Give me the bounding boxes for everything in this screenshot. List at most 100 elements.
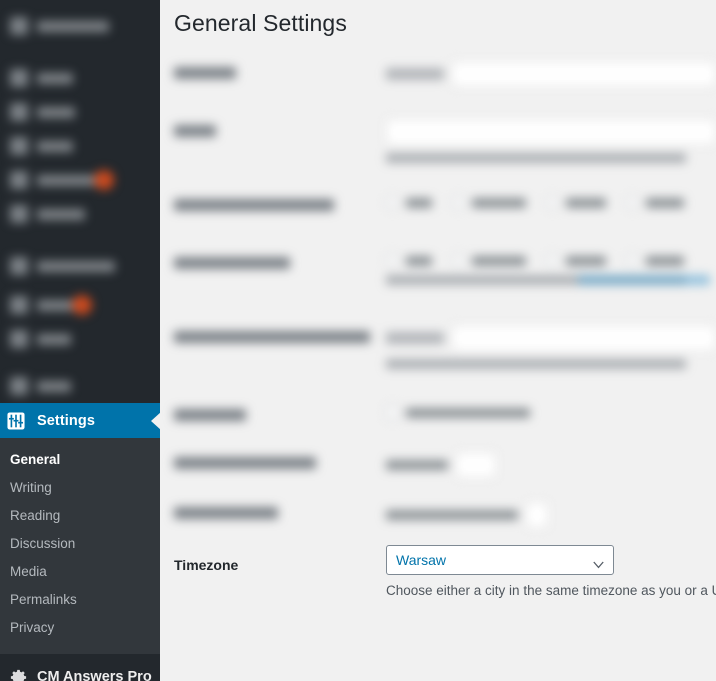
- administration-email-address-row[interactable]: [174, 316, 716, 394]
- timezone-label: Timezone: [174, 557, 239, 573]
- obscured-select[interactable]: [456, 452, 496, 478]
- sidebar-item-label: [37, 333, 71, 345]
- sidebar-item-plugins[interactable]: [0, 288, 160, 322]
- obscured-radio[interactable]: [386, 196, 399, 209]
- obscured-nav-items[interactable]: [0, 0, 160, 403]
- obscured-checkbox[interactable]: [386, 406, 399, 419]
- row-label-cell: [174, 110, 386, 184]
- submenu-item-general[interactable]: General: [0, 446, 160, 474]
- menu-separator: [0, 48, 160, 61]
- sidebar-item-settings[interactable]: Settings: [0, 403, 160, 438]
- row-control-cell: [386, 394, 716, 442]
- sidebar-item-label: [37, 380, 71, 392]
- submenu-item-permalinks[interactable]: Permalinks: [0, 586, 160, 614]
- menu-separator: [0, 231, 160, 244]
- obscured-radio[interactable]: [452, 254, 465, 267]
- site-address-url-row[interactable]: [174, 242, 716, 316]
- media-icon: [10, 103, 28, 121]
- sidebar-item-label: [37, 208, 85, 220]
- membership-row[interactable]: [174, 394, 716, 442]
- dashboard-icon: [10, 17, 28, 35]
- obscured-prefix-text: [386, 68, 444, 80]
- timezone-control-cell: Warsaw Choose either a city in the same …: [386, 545, 716, 600]
- sidebar-item-posts[interactable]: [0, 61, 160, 95]
- timezone-row: Timezone Warsaw Choose either a city in …: [174, 545, 716, 600]
- timezone-select[interactable]: Warsaw: [386, 545, 614, 575]
- sidebar-item-label: [37, 140, 73, 152]
- obscured-radio[interactable]: [546, 196, 559, 209]
- tools-icon: [10, 377, 28, 395]
- sidebar-item-users[interactable]: [0, 322, 160, 356]
- submenu-item-writing[interactable]: Writing: [0, 474, 160, 502]
- posts-icon: [10, 69, 28, 87]
- sidebar-item-comments[interactable]: [0, 163, 160, 197]
- timezone-label-cell: Timezone: [174, 545, 386, 600]
- sidebar-item-label: [37, 20, 109, 32]
- comments-icon: [10, 171, 28, 189]
- obscured-radio-label: [646, 197, 684, 208]
- row-label-cell: [174, 242, 386, 316]
- obscured-radio-label: [406, 197, 432, 208]
- obscured-radio-label: [566, 255, 606, 266]
- sidebar-item-tools[interactable]: [0, 369, 160, 403]
- obscured-select-value: [386, 510, 518, 520]
- obscured-prefix-text: [386, 332, 444, 344]
- sidebar-item-media[interactable]: [0, 95, 160, 129]
- obscured-radio[interactable]: [626, 196, 639, 209]
- row-label-cell: [174, 442, 386, 492]
- submenu-item-privacy[interactable]: Privacy: [0, 614, 160, 642]
- obscured-select-value: [386, 460, 448, 470]
- menu-separator: [0, 356, 160, 369]
- gear-icon: [7, 666, 29, 681]
- obscured-radio[interactable]: [626, 254, 639, 267]
- row-control-cell: [386, 184, 716, 242]
- submenu-item-media[interactable]: Media: [0, 558, 160, 586]
- submenu-item-discussion[interactable]: Discussion: [0, 530, 160, 558]
- obscured-text-input[interactable]: [452, 325, 716, 351]
- obscured-radio[interactable]: [386, 254, 399, 267]
- obscured-text-input[interactable]: [452, 61, 716, 87]
- chevron-down-icon: [593, 556, 604, 569]
- submenu-item-reading[interactable]: Reading: [0, 502, 160, 530]
- sidebar-item-label: CM Answers Pro: [37, 669, 152, 681]
- sidebar-item-label-settings: Settings: [37, 412, 95, 429]
- sidebar-item-pages[interactable]: [0, 129, 160, 163]
- obscured-radio[interactable]: [452, 196, 465, 209]
- obscured-row-label: [174, 257, 290, 269]
- obscured-row-label: [174, 125, 216, 137]
- obscured-description-link[interactable]: [578, 275, 710, 285]
- new-user-default-role-row[interactable]: [174, 442, 716, 492]
- sidebar-item-cm-answers-pro[interactable]: CM Answers Pro: [0, 660, 160, 681]
- sidebar-item-forms[interactable]: [0, 197, 160, 231]
- obscured-row-label: [174, 409, 246, 421]
- forms-icon: [10, 205, 28, 223]
- row-control-cell: [386, 442, 716, 492]
- obscured-radio-label: [472, 255, 526, 266]
- obscured-radio[interactable]: [546, 254, 559, 267]
- settings-submenu: General Writing Reading Discussion Media Perm…: [0, 438, 160, 654]
- sidebar-item-appearance[interactable]: [0, 244, 160, 288]
- obscured-text-input[interactable]: [386, 119, 716, 145]
- row-control-cell: [386, 492, 716, 542]
- sidebar-item-label: [37, 106, 75, 118]
- row-control-cell: [386, 242, 716, 316]
- row-control-cell: [386, 110, 716, 184]
- notification-badge: [72, 295, 92, 315]
- row-label-cell: [174, 52, 386, 110]
- obscured-select[interactable]: [526, 502, 548, 528]
- sidebar-item-label: [37, 72, 73, 84]
- tagline-row[interactable]: [174, 110, 716, 184]
- obscured-row-description: [386, 153, 686, 163]
- wordpress-address-url-row[interactable]: [174, 184, 716, 242]
- appearance-icon: [10, 257, 28, 275]
- timezone-description: Choose either a city in the same timezon…: [386, 583, 716, 598]
- obscured-row-label: [174, 67, 236, 79]
- site-language-row[interactable]: [174, 492, 716, 542]
- sidebar-item-dashboard[interactable]: [0, 4, 160, 48]
- notification-badge: [94, 170, 114, 190]
- plugins-icon: [10, 296, 28, 314]
- sidebar-item-label: [37, 260, 115, 272]
- site-title-row[interactable]: [174, 52, 716, 110]
- row-label-cell: [174, 316, 386, 394]
- obscured-radio-label: [566, 197, 606, 208]
